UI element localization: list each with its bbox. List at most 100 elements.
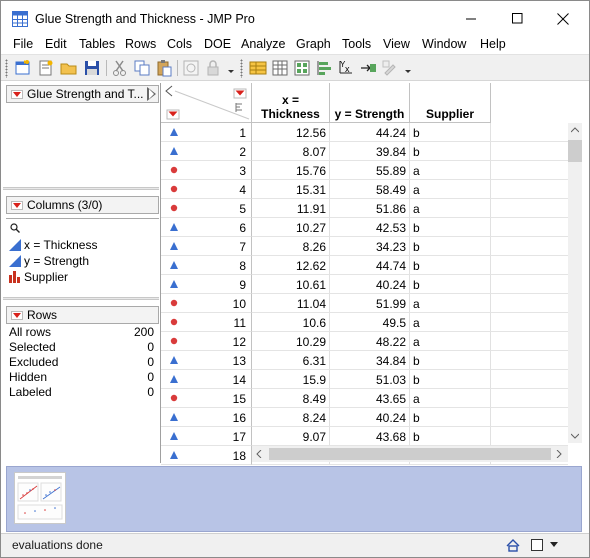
red-triangle-menu-icon[interactable]	[11, 201, 23, 210]
cell-thickness[interactable]: 8.24	[252, 408, 330, 427]
cell-empty[interactable]	[491, 161, 568, 180]
cell-supplier[interactable]: a	[410, 294, 491, 313]
table-row[interactable]: 12 10.29 48.22 a	[161, 332, 568, 351]
report-thumbnail[interactable]	[14, 472, 66, 524]
cell-supplier[interactable]: b	[410, 218, 491, 237]
cell-thickness[interactable]: 10.6	[252, 313, 330, 332]
menu-view[interactable]: View	[383, 37, 410, 51]
save-icon[interactable]	[83, 59, 101, 77]
cell-supplier[interactable]: b	[410, 237, 491, 256]
cell-empty[interactable]	[491, 332, 568, 351]
horizontal-scrollbar[interactable]	[252, 446, 568, 462]
cell-thickness[interactable]: 12.62	[252, 256, 330, 275]
table-row[interactable]: 10 11.04 51.99 a	[161, 294, 568, 313]
cut-icon[interactable]	[111, 59, 129, 77]
cell-strength[interactable]: 40.24	[330, 275, 410, 294]
window-list-icon[interactable]	[531, 539, 544, 552]
cell-supplier[interactable]: a	[410, 199, 491, 218]
menu-doe[interactable]: DOE	[204, 37, 231, 51]
row-header[interactable]: 9	[161, 275, 252, 294]
table-row[interactable]: 9 10.61 40.24 b	[161, 275, 568, 294]
cell-supplier[interactable]: b	[410, 123, 491, 142]
cell-empty[interactable]	[491, 199, 568, 218]
row-header[interactable]: 12	[161, 332, 252, 351]
cell-strength[interactable]: 48.22	[330, 332, 410, 351]
row-header[interactable]: 11	[161, 313, 252, 332]
grid-corner[interactable]	[161, 83, 252, 123]
cell-supplier[interactable]: b	[410, 142, 491, 161]
paste-icon[interactable]	[155, 59, 173, 77]
fit-y-by-x-icon[interactable]: xY	[337, 59, 355, 77]
row-header[interactable]: 4	[161, 180, 252, 199]
close-button[interactable]	[540, 1, 586, 36]
table-row[interactable]: 7 8.26 34.23 b	[161, 237, 568, 256]
cell-strength[interactable]: 51.03	[330, 370, 410, 389]
column-item-thickness[interactable]: x = Thickness	[9, 238, 97, 253]
row-header[interactable]: 8	[161, 256, 252, 275]
cell-supplier[interactable]: b	[410, 408, 491, 427]
menu-cols[interactable]: Cols	[167, 37, 192, 51]
cell-supplier[interactable]: a	[410, 332, 491, 351]
cell-empty[interactable]	[491, 351, 568, 370]
tabulate-icon[interactable]	[271, 59, 289, 77]
cell-empty[interactable]	[491, 275, 568, 294]
table-row[interactable]: 8 12.62 44.74 b	[161, 256, 568, 275]
cell-thickness[interactable]: 11.91	[252, 199, 330, 218]
cell-empty[interactable]	[491, 256, 568, 275]
row-header[interactable]: 14	[161, 370, 252, 389]
table-row[interactable]: 15 8.49 43.65 a	[161, 389, 568, 408]
menu-tools[interactable]: Tools	[342, 37, 371, 51]
cell-supplier[interactable]: a	[410, 161, 491, 180]
panel-divider[interactable]	[3, 187, 159, 190]
menu-file[interactable]: File	[13, 37, 33, 51]
table-row[interactable]: 3 15.76 55.89 a	[161, 161, 568, 180]
minimize-button[interactable]	[448, 1, 494, 36]
cell-strength[interactable]: 49.5	[330, 313, 410, 332]
cell-strength[interactable]: 44.74	[330, 256, 410, 275]
vertical-scrollbar[interactable]	[568, 123, 582, 443]
rows-panel-header[interactable]: Rows	[6, 306, 159, 324]
table-row[interactable]: 5 11.91 51.86 a	[161, 199, 568, 218]
row-header[interactable]: 16	[161, 408, 252, 427]
cell-empty[interactable]	[491, 142, 568, 161]
toolbar-grip-2[interactable]	[240, 59, 243, 78]
cell-empty[interactable]	[491, 408, 568, 427]
cell-supplier[interactable]: a	[410, 180, 491, 199]
cell-empty[interactable]	[491, 389, 568, 408]
cell-supplier[interactable]: b	[410, 351, 491, 370]
menu-help[interactable]: Help	[480, 37, 506, 51]
table-row[interactable]: 4 15.31 58.49 a	[161, 180, 568, 199]
cell-supplier[interactable]: b	[410, 427, 491, 446]
cell-strength[interactable]: 40.24	[330, 408, 410, 427]
row-header[interactable]: 17	[161, 427, 252, 446]
table-row[interactable]: 13 6.31 34.84 b	[161, 351, 568, 370]
cell-strength[interactable]: 51.99	[330, 294, 410, 313]
row-header[interactable]: 3	[161, 161, 252, 180]
chevron-down-icon[interactable]	[550, 542, 559, 548]
cell-empty[interactable]	[491, 427, 568, 446]
cell-empty[interactable]	[491, 294, 568, 313]
table-row[interactable]: 14 15.9 51.03 b	[161, 370, 568, 389]
menu-analyze[interactable]: Analyze	[241, 37, 285, 51]
table-row[interactable]: 17 9.07 43.68 b	[161, 427, 568, 446]
columns-panel-header[interactable]: Columns (3/0)	[6, 196, 159, 214]
cell-thickness[interactable]: 12.56	[252, 123, 330, 142]
column-header-supplier[interactable]: Supplier	[410, 83, 491, 123]
data-table-icon[interactable]	[249, 59, 267, 77]
new-data-table-icon[interactable]	[14, 59, 32, 77]
scroll-left-icon[interactable]	[256, 450, 262, 458]
lock-icon[interactable]	[204, 59, 222, 77]
row-header[interactable]: 15	[161, 389, 252, 408]
row-header[interactable]: 2	[161, 142, 252, 161]
cell-thickness[interactable]: 8.07	[252, 142, 330, 161]
cell-empty[interactable]	[491, 370, 568, 389]
column-header-strength[interactable]: y = Strength	[330, 83, 410, 123]
cell-strength[interactable]: 44.24	[330, 123, 410, 142]
open-folder-icon[interactable]	[60, 59, 78, 77]
run-script-icon[interactable]	[182, 59, 200, 77]
fit-model-icon[interactable]	[359, 59, 377, 77]
cell-thickness[interactable]: 8.49	[252, 389, 330, 408]
table-row[interactable]: 1 12.56 44.24 b	[161, 123, 568, 142]
scroll-down-icon[interactable]	[571, 433, 579, 439]
menu-edit[interactable]: Edit	[45, 37, 67, 51]
